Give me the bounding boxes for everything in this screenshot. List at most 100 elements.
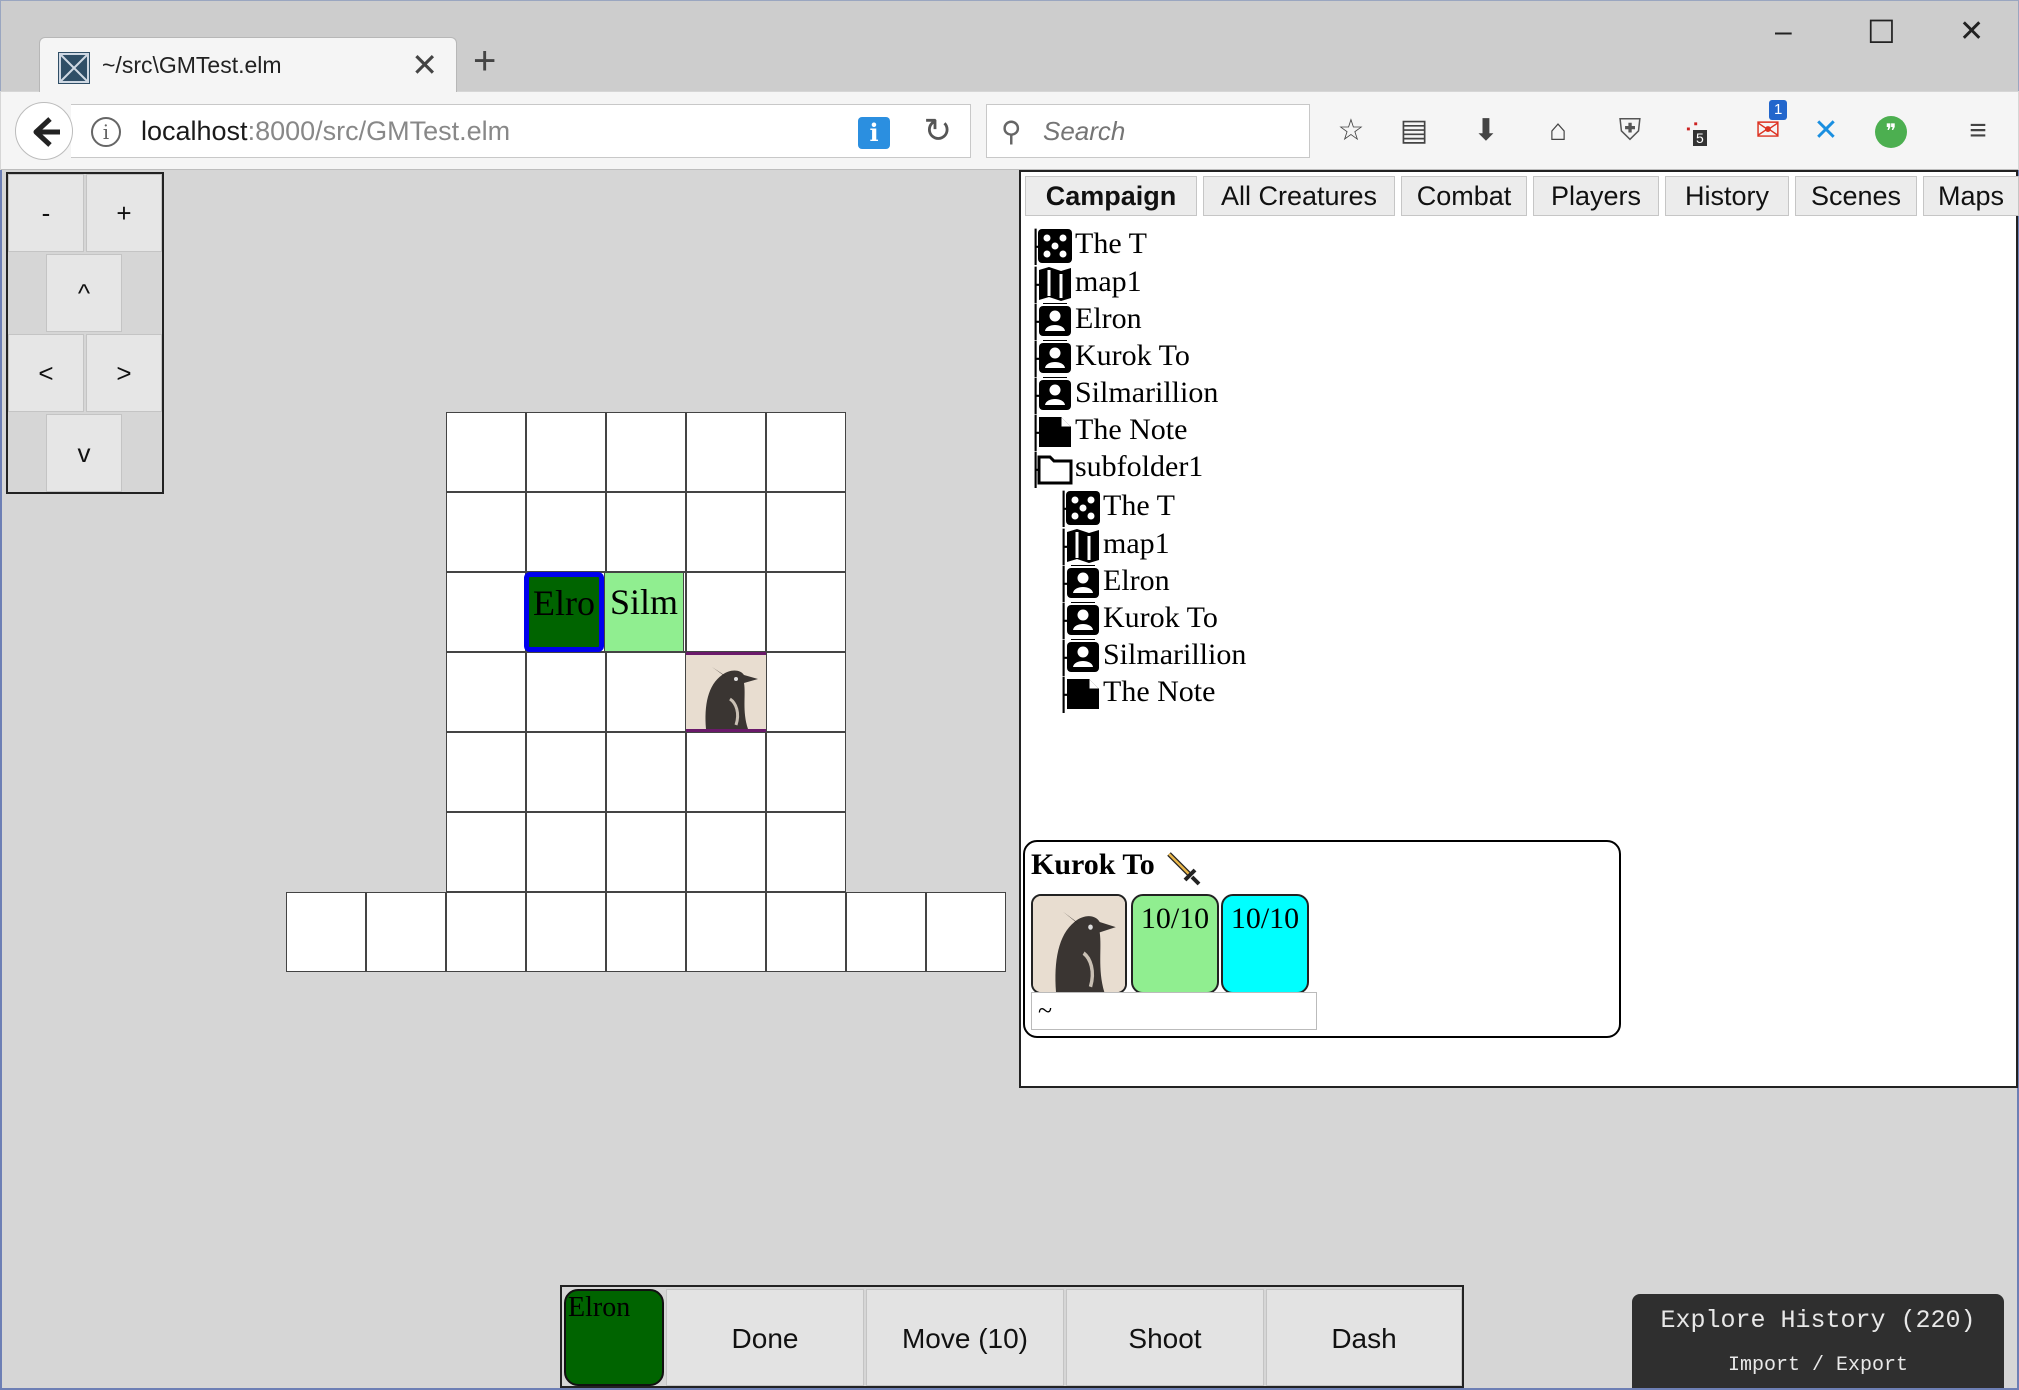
- map-grid-cell[interactable]: [766, 732, 846, 812]
- window-close-button[interactable]: ✕: [1959, 15, 1984, 49]
- map-grid-cell[interactable]: [286, 892, 366, 972]
- map-grid-cell[interactable]: [766, 812, 846, 892]
- url-bar[interactable]: i localhost:8000/src/GMTest.elm i ↻: [71, 104, 971, 158]
- map-grid-cell[interactable]: [846, 892, 926, 972]
- explore-history-link[interactable]: Explore History (220): [1632, 1306, 2004, 1335]
- map-grid-cell[interactable]: [366, 892, 446, 972]
- tree-item-label: The T: [1075, 227, 1147, 260]
- browser-tab[interactable]: ~/src\GMTest.elm ✕: [39, 37, 457, 94]
- elm-favicon-icon: [58, 52, 90, 84]
- move-button[interactable]: Move (10): [866, 1289, 1064, 1386]
- crow-portrait-icon: [686, 655, 766, 729]
- tab-campaign[interactable]: Campaign: [1025, 176, 1197, 216]
- window-maximize-button[interactable]: ☐: [1867, 15, 1896, 49]
- map-grid-cell[interactable]: [526, 732, 606, 812]
- menu-icon[interactable]: ≡: [1959, 112, 1997, 150]
- map-grid-cell[interactable]: [766, 652, 846, 732]
- map-grid-cell[interactable]: [446, 812, 526, 892]
- tab-close-icon[interactable]: ✕: [411, 46, 438, 84]
- map-grid-cell[interactable]: [606, 892, 686, 972]
- gmail-icon[interactable]: ✉ 1: [1749, 100, 1788, 150]
- search-bar[interactable]: ⚲: [986, 104, 1310, 158]
- map-grid-cell[interactable]: [926, 892, 1006, 972]
- map-grid-cell[interactable]: [766, 412, 846, 492]
- conditions-input[interactable]: [1031, 992, 1317, 1030]
- map-grid-cell[interactable]: [526, 492, 606, 572]
- map-grid-cell[interactable]: [606, 732, 686, 812]
- creature-portrait[interactable]: [1031, 894, 1127, 994]
- bookmark-star-icon[interactable]: ☆: [1332, 112, 1370, 150]
- back-arrow-icon: [33, 117, 60, 147]
- pan-right-button[interactable]: >: [86, 334, 162, 412]
- zoom-out-button[interactable]: -: [8, 174, 84, 252]
- search-input[interactable]: [1041, 114, 1296, 148]
- map-grid-cell[interactable]: [526, 652, 606, 732]
- map-grid-cell[interactable]: [446, 892, 526, 972]
- creature-icon: [1065, 600, 1101, 641]
- zoom-in-button[interactable]: +: [86, 174, 162, 252]
- map-grid-cell[interactable]: [446, 412, 526, 492]
- secondary-stat-badge[interactable]: 10/10: [1221, 894, 1309, 994]
- map-token-elron[interactable]: Elro: [524, 572, 604, 652]
- map-grid-cell[interactable]: [686, 572, 766, 652]
- history-widget[interactable]: Explore History (220) Import / Export: [1632, 1294, 2004, 1388]
- pan-down-button[interactable]: v: [46, 414, 122, 492]
- extension-dots-icon[interactable]: ⁖ 5: [1673, 112, 1711, 150]
- pan-up-button[interactable]: ^: [46, 254, 122, 332]
- new-tab-button[interactable]: +: [473, 41, 496, 81]
- map-grid-cell[interactable]: [446, 572, 526, 652]
- bracket-extension-icon[interactable]: ✕: [1807, 112, 1845, 150]
- sword-icon[interactable]: [1165, 850, 1201, 891]
- tab-players[interactable]: Players: [1533, 176, 1659, 216]
- map-grid-cell[interactable]: [526, 412, 606, 492]
- map-grid-cell[interactable]: [686, 492, 766, 572]
- map-token-kurok-portrait[interactable]: [686, 652, 766, 732]
- map-grid-cell[interactable]: [766, 892, 846, 972]
- current-actor-token[interactable]: Elron: [564, 1289, 664, 1386]
- shoot-button[interactable]: Shoot: [1066, 1289, 1264, 1386]
- map-grid-cell[interactable]: [686, 412, 766, 492]
- pan-left-button[interactable]: <: [8, 334, 84, 412]
- map-grid-cell[interactable]: [446, 732, 526, 812]
- map-grid-cell[interactable]: [766, 492, 846, 572]
- tree-item-label: map1: [1103, 527, 1170, 560]
- ublock-shield-icon[interactable]: ⛨: [1611, 112, 1649, 150]
- map-grid-cell[interactable]: [686, 732, 766, 812]
- tab-combat[interactable]: Combat: [1401, 176, 1527, 216]
- map-token-silmarillion[interactable]: Silm: [604, 572, 684, 652]
- map-grid-cell[interactable]: [606, 492, 686, 572]
- map-grid-cell[interactable]: [686, 812, 766, 892]
- reading-list-icon[interactable]: ▤: [1395, 112, 1433, 150]
- map-grid-cell[interactable]: [446, 492, 526, 572]
- map-grid-cell[interactable]: [526, 812, 606, 892]
- page-info-icon[interactable]: i: [858, 117, 890, 149]
- hit-points-badge[interactable]: 10/10: [1131, 894, 1219, 994]
- note-icon: [1037, 414, 1073, 450]
- map-grid-cell[interactable]: [766, 572, 846, 652]
- creature-icon: [1037, 375, 1073, 416]
- reload-icon[interactable]: ↻: [924, 111, 953, 151]
- tab-all-creatures[interactable]: All Creatures: [1203, 176, 1395, 216]
- creature-icon: [1037, 338, 1073, 379]
- map-grid-cell[interactable]: [606, 652, 686, 732]
- map-grid-cell[interactable]: [446, 652, 526, 732]
- tree-item-label: Kurok To: [1103, 601, 1218, 634]
- search-icon: ⚲: [1001, 116, 1022, 147]
- home-icon[interactable]: ⌂: [1539, 112, 1577, 150]
- map-grid-cell[interactable]: [606, 812, 686, 892]
- tab-scenes[interactable]: Scenes: [1795, 176, 1917, 216]
- tree-item-label: The Note: [1103, 675, 1216, 708]
- done-button[interactable]: Done: [666, 1289, 864, 1386]
- import-export-link[interactable]: Import / Export: [1632, 1354, 2004, 1377]
- downloads-icon[interactable]: ⬇: [1467, 112, 1505, 150]
- map-grid-cell[interactable]: [526, 892, 606, 972]
- hangouts-icon[interactable]: ❞: [1875, 116, 1907, 148]
- tab-maps[interactable]: Maps: [1923, 176, 2019, 216]
- site-info-icon[interactable]: i: [91, 117, 121, 147]
- tab-history[interactable]: History: [1665, 176, 1789, 216]
- back-button[interactable]: [15, 102, 73, 160]
- dash-button[interactable]: Dash: [1266, 1289, 1462, 1386]
- window-minimize-button[interactable]: –: [1775, 15, 1792, 49]
- map-grid-cell[interactable]: [606, 412, 686, 492]
- map-grid-cell[interactable]: [686, 892, 766, 972]
